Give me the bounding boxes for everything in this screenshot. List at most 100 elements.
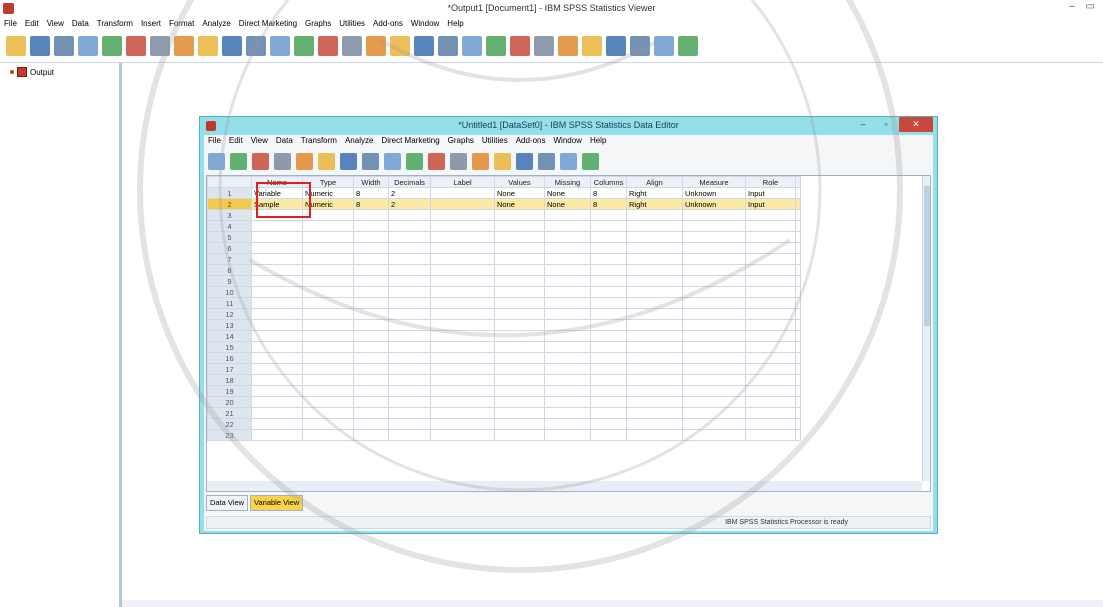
menu-item-view[interactable]: View [43, 18, 68, 30]
split-file-icon[interactable] [472, 152, 489, 170]
cell-empty[interactable] [302, 363, 354, 375]
promote-icon[interactable] [486, 36, 506, 56]
menu-item-view[interactable]: View [247, 135, 272, 147]
cell-empty[interactable] [682, 286, 746, 298]
cell-empty[interactable] [795, 418, 801, 430]
cell-empty[interactable] [590, 275, 627, 287]
cell-empty[interactable] [626, 264, 683, 276]
cell-empty[interactable] [353, 253, 389, 265]
cell-empty[interactable] [494, 374, 545, 386]
row-number[interactable]: 11 [207, 297, 252, 309]
cell-empty[interactable] [590, 396, 627, 408]
cell-empty[interactable] [302, 396, 354, 408]
cell-empty[interactable] [353, 275, 389, 287]
collapse-icon[interactable] [558, 36, 578, 56]
cell-empty[interactable] [682, 330, 746, 342]
cell-align[interactable]: Right [626, 187, 683, 199]
cell-empty[interactable] [745, 429, 796, 441]
table-row[interactable]: 5 [207, 231, 801, 243]
insert-title-icon[interactable] [438, 36, 458, 56]
cell-empty[interactable] [494, 242, 545, 254]
cell-empty[interactable] [251, 264, 303, 276]
cell-empty[interactable] [430, 374, 495, 386]
cell-empty[interactable] [388, 363, 431, 375]
cell-empty[interactable] [388, 352, 431, 364]
cell-empty[interactable] [682, 220, 746, 232]
cell-empty[interactable] [494, 231, 545, 243]
print-preview-icon[interactable] [78, 36, 98, 56]
insert-text-icon[interactable] [462, 36, 482, 56]
cell-empty[interactable] [388, 418, 431, 430]
cell-empty[interactable] [353, 418, 389, 430]
cell-empty[interactable] [251, 286, 303, 298]
cell-label[interactable] [430, 187, 495, 199]
cell-empty[interactable] [388, 275, 431, 287]
cell-empty[interactable] [302, 319, 354, 331]
table-row[interactable]: 6 [207, 242, 801, 254]
cell-empty[interactable] [494, 407, 545, 419]
menu-item-file[interactable]: File [204, 135, 225, 147]
cell-empty[interactable] [353, 330, 389, 342]
cell-empty[interactable] [388, 374, 431, 386]
cell-empty[interactable] [682, 319, 746, 331]
cell-empty[interactable] [590, 374, 627, 386]
cell-empty[interactable] [251, 253, 303, 265]
cell-measure[interactable]: Unknown [682, 198, 746, 210]
cell-empty[interactable] [626, 385, 683, 397]
cell-empty[interactable] [682, 231, 746, 243]
cell-empty[interactable] [494, 286, 545, 298]
cell-empty[interactable] [430, 418, 495, 430]
cell-empty[interactable] [795, 330, 801, 342]
cell-empty[interactable] [590, 297, 627, 309]
cell-empty[interactable] [430, 330, 495, 342]
variables-icon[interactable] [384, 152, 401, 170]
cell-empty[interactable] [544, 319, 591, 331]
open-icon[interactable] [208, 152, 225, 170]
row-number[interactable]: 6 [207, 242, 252, 254]
cell-empty[interactable] [590, 231, 627, 243]
cell-empty[interactable] [626, 231, 683, 243]
cell-empty[interactable] [795, 407, 801, 419]
cell-empty[interactable] [544, 253, 591, 265]
cell-empty[interactable] [590, 363, 627, 375]
cell-empty[interactable] [430, 297, 495, 309]
row-number[interactable]: 14 [207, 330, 252, 342]
cell-empty[interactable] [544, 231, 591, 243]
cell-width[interactable]: 8 [353, 187, 389, 199]
cell-empty[interactable] [302, 374, 354, 386]
scrollbar-thumb[interactable] [924, 186, 930, 326]
cell-empty[interactable] [682, 209, 746, 221]
cell-empty[interactable] [590, 319, 627, 331]
cell-empty[interactable] [302, 242, 354, 254]
row-number[interactable]: 22 [207, 418, 252, 430]
cell-empty[interactable] [494, 319, 545, 331]
goto-variable-icon[interactable] [362, 152, 379, 170]
value-labels-icon[interactable] [538, 152, 555, 170]
cell-empty[interactable] [590, 385, 627, 397]
save-icon[interactable] [230, 152, 247, 170]
cell-empty[interactable] [590, 418, 627, 430]
cell-empty[interactable] [430, 352, 495, 364]
export-output-icon[interactable] [678, 36, 698, 56]
cell-empty[interactable] [494, 341, 545, 353]
menu-item-edit[interactable]: Edit [21, 18, 43, 30]
print-icon[interactable] [252, 152, 269, 170]
cell-columns[interactable]: 8 [590, 187, 627, 199]
cell-empty[interactable] [626, 286, 683, 298]
cell-empty[interactable] [626, 341, 683, 353]
cell-empty[interactable] [682, 253, 746, 265]
cell-empty[interactable] [251, 374, 303, 386]
column-header-measure[interactable]: Measure [682, 176, 746, 188]
cell-empty[interactable] [388, 385, 431, 397]
menu-item-add-ons[interactable]: Add-ons [512, 135, 550, 147]
cell-empty[interactable] [494, 264, 545, 276]
cell-empty[interactable] [745, 330, 796, 342]
insert-chart-icon[interactable] [654, 36, 674, 56]
cell-empty[interactable] [745, 418, 796, 430]
cell-empty[interactable] [795, 352, 801, 364]
cell-empty[interactable] [745, 319, 796, 331]
cell-empty[interactable] [430, 264, 495, 276]
cell-empty[interactable] [795, 220, 801, 232]
cell-empty[interactable] [494, 220, 545, 232]
cell-label[interactable] [430, 198, 495, 210]
